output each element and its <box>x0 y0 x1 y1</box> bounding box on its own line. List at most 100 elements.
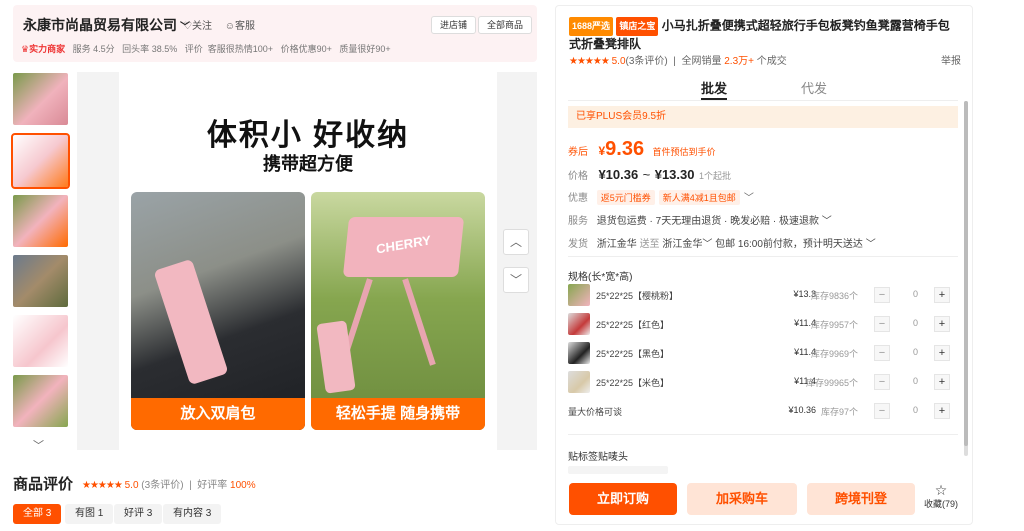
follow-button[interactable]: ♡关注 <box>183 21 212 32</box>
price-high: ¥13.30 <box>654 167 695 182</box>
service-button[interactable]: ☺客服 <box>225 21 255 32</box>
sku-image[interactable] <box>568 313 590 335</box>
chevron-down-icon[interactable]: ﹀ <box>702 239 712 250</box>
thumbnails-more-icon[interactable]: ﹀ <box>33 437 44 453</box>
min-order: 1个起批 <box>698 171 731 181</box>
sticker-option[interactable] <box>568 466 668 474</box>
qty-input[interactable]: 0 <box>913 405 918 415</box>
service-score-label: 服务 <box>72 44 91 54</box>
rating-stars-icon: ★★★★★ <box>82 480 123 491</box>
service-row[interactable]: 服务 退货包运费 · 7天无理由退货 · 晚发必赔 · 极速退款 ﹀ <box>568 212 832 227</box>
badge-icon: ♛ <box>21 44 30 54</box>
review-tab-content[interactable]: 有内容 3 <box>163 504 222 524</box>
image-down-button[interactable]: ﹀ <box>503 267 529 293</box>
qty-plus-button[interactable]: + <box>934 374 950 390</box>
image-up-button[interactable]: ︿ <box>503 229 529 255</box>
add-cart-button[interactable]: 加采购车 <box>687 483 797 515</box>
review-count: (3条评价) <box>141 480 184 491</box>
sku-row: 量大价格可谈 ¥10.36 库存97个 − 0 + <box>568 398 958 426</box>
sku-stock: 库存9969个 <box>810 349 858 359</box>
divider <box>568 100 958 101</box>
qty-input[interactable]: 0 <box>913 347 918 357</box>
price-row: 价格 ¥10.36 ~ ¥13.30 1个起批 <box>568 166 731 184</box>
chevron-down-icon[interactable]: ﹀ <box>866 239 876 250</box>
sku-row: 25*22*25【红色】 ¥11.4 库存9957个 − 0 + <box>568 311 958 339</box>
scrollbar[interactable] <box>964 101 968 456</box>
tab-dropship[interactable]: 代发 <box>801 78 827 97</box>
hero-subtitle: 携带超方便 <box>263 154 353 174</box>
sku-row: 25*22*25【樱桃粉】 ¥13.3 库存9836个 − 0 + <box>568 282 958 310</box>
all-products-button[interactable]: 全部商品 <box>478 16 533 34</box>
qty-plus-button[interactable]: + <box>934 316 950 332</box>
shop-name[interactable]: 永康市尚晶贸易有限公司 ﹀ <box>23 15 190 35</box>
qty-minus-button[interactable]: − <box>874 403 890 419</box>
sku-name: 量大价格可谈 <box>568 407 623 417</box>
service-text: 退货包运费 · 7天无理由退货 · 晚发必赔 · 极速退款 <box>596 216 820 227</box>
chat-icon: ☺ <box>224 21 235 32</box>
chevron-down-icon[interactable]: ﹀ <box>744 193 754 204</box>
thumbnail-selected[interactable] <box>11 133 70 189</box>
qty-input[interactable]: 0 <box>913 376 918 386</box>
sku-row: 25*22*25【黑色】 ¥11.4 库存9969个 − 0 + <box>568 340 958 368</box>
price-tilde: ~ <box>642 167 651 182</box>
after-coupon-label: 券后 <box>568 147 588 158</box>
service-score: 4.5分 <box>93 44 115 54</box>
review-tab-positive[interactable]: 好评 3 <box>114 504 163 524</box>
pink-stool: CHERRY <box>342 217 465 277</box>
shop-header: 永康市尚晶贸易有限公司 ﹀ ♡关注 ☺客服 进店铺 全部商品 ♛实力商家 服务 4… <box>13 5 537 62</box>
coupon-price-row: 券后 ¥9.36 首件预估到手价 <box>568 138 716 161</box>
thumbnail[interactable] <box>13 255 68 307</box>
tab-wholesale[interactable]: 批发 <box>701 78 727 97</box>
after-coupon-note: 首件预估到手价 <box>652 147 716 157</box>
qty-plus-button[interactable]: + <box>934 287 950 303</box>
sku-heading: 规格(长*宽*高) <box>568 272 633 283</box>
divider <box>568 256 958 257</box>
stool-leg <box>402 278 436 366</box>
ship-to[interactable]: 浙江金华 <box>662 239 702 250</box>
review-tab-images[interactable]: 有图 1 <box>65 504 114 524</box>
thumbnail[interactable] <box>13 315 68 367</box>
sku-stock: 库存9836个 <box>810 291 858 301</box>
promo-tag[interactable]: 新人满4减1且包邮 <box>658 190 740 205</box>
qty-plus-button[interactable]: + <box>934 345 950 361</box>
eval-tag: 价格优惠90+ <box>280 44 332 54</box>
product-review-count[interactable]: (3条评价) <box>626 56 668 67</box>
scrollbar-thumb[interactable] <box>964 101 968 446</box>
shipping-row: 发货 浙江金华 送至 浙江金华﹀ 包邮 16:00前付款，预计明天送达 ﹀ <box>568 235 876 250</box>
sku-image[interactable] <box>568 342 590 364</box>
qty-minus-button[interactable]: − <box>874 287 890 303</box>
thumbnail[interactable] <box>13 73 68 125</box>
sticker-heading: 贴标签贴唛头 <box>568 452 628 463</box>
qty-plus-button[interactable]: + <box>934 403 950 419</box>
qty-minus-button[interactable]: − <box>874 374 890 390</box>
qty-input[interactable]: 0 <box>913 318 918 328</box>
good-rate: 100% <box>230 480 256 491</box>
strength-badge: ♛实力商家 <box>21 44 66 54</box>
sku-stock: 库存99965个 <box>805 378 858 388</box>
product-meta: ★★★★★ 5.0(3条评价) | 全网销量 2.3万+ 个成交 <box>569 56 787 67</box>
eval-tag: 质量很好90+ <box>339 44 391 54</box>
sku-image[interactable] <box>568 371 590 393</box>
promo-tag[interactable]: 返5元门槛券 <box>596 190 655 205</box>
qty-minus-button[interactable]: − <box>874 316 890 332</box>
reviews-title: 商品评价 <box>13 476 74 493</box>
photo-backpack: 放入双肩包 <box>131 192 305 430</box>
sku-stock: 库存9957个 <box>810 320 858 330</box>
promo-row[interactable]: 优惠 返5元门槛券 新人满4减1且包邮 ﹀ <box>568 189 754 205</box>
thumbnail[interactable] <box>13 375 68 427</box>
rating-score: 5.0 <box>124 480 139 491</box>
qty-input[interactable]: 0 <box>913 289 918 299</box>
service-label: 服务 <box>568 216 588 227</box>
shop-stats: ♛实力商家 服务 4.5分 回头率 38.5% 评价 客服很热情100+ 价格优… <box>21 42 391 55</box>
cross-border-button[interactable]: 跨境刊登 <box>807 483 915 515</box>
qty-minus-button[interactable]: − <box>874 345 890 361</box>
sku-image[interactable] <box>568 284 590 306</box>
good-rate-label: 好评率 <box>197 480 228 491</box>
chevron-down-icon[interactable]: ﹀ <box>822 216 832 227</box>
favorite-button[interactable]: ☆ 收藏(79) <box>923 483 959 510</box>
enter-shop-button[interactable]: 进店铺 <box>431 16 477 34</box>
thumbnail[interactable] <box>13 195 68 247</box>
report-link[interactable]: 举报 <box>941 52 961 67</box>
buy-now-button[interactable]: 立即订购 <box>569 483 677 515</box>
review-tab-all[interactable]: 全部 3 <box>13 504 62 524</box>
